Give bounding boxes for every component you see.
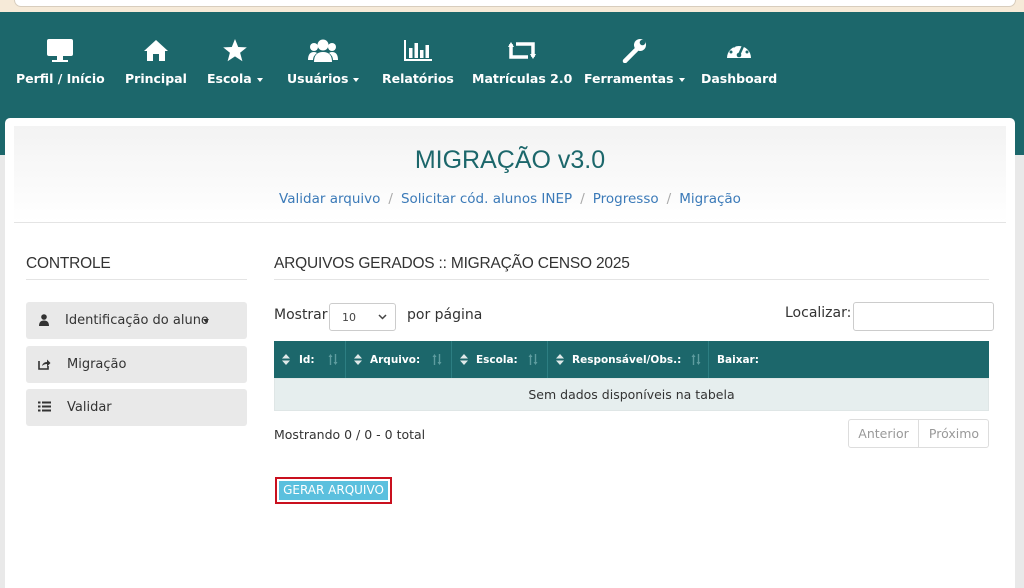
nav-escola[interactable]: Escola — [207, 38, 263, 86]
list-icon — [38, 401, 51, 412]
chevron-down-icon — [256, 77, 263, 82]
sort-icon — [282, 354, 290, 368]
chevron-down-icon — [678, 77, 685, 82]
breadcrumb-progresso[interactable]: Progresso — [593, 191, 659, 207]
breadcrumb-migracao[interactable]: Migração — [679, 191, 741, 207]
breadcrumb: Validar arquivo / Solicitar cód. alunos IN… — [279, 191, 741, 207]
main-panel: MIGRAÇÃO v3.0 Validar arquivo / Solicitar … — [5, 118, 1015, 588]
table-header: Id: Arquivo: Escola: Responsável/Obs.: B… — [274, 341, 989, 378]
sort-icon — [354, 354, 362, 368]
column-header-arquivo[interactable]: Arquivo: — [346, 341, 452, 378]
retweet-icon — [508, 42, 537, 59]
breadcrumb-solicitar-cod[interactable]: Solicitar cód. alunos INEP — [401, 191, 572, 207]
browser-address-bar[interactable] — [14, 0, 1016, 7]
sidebar-item-migracao[interactable]: Migração — [26, 346, 247, 383]
column-header-id[interactable]: Id: — [274, 341, 346, 378]
next-page-button[interactable]: Próximo — [919, 420, 989, 447]
home-icon — [143, 40, 168, 61]
show-label: Mostrar — [274, 307, 328, 323]
breadcrumb-validar-arquivo[interactable]: Validar arquivo — [279, 191, 380, 207]
nav-principal[interactable]: Principal — [125, 38, 187, 86]
user-icon — [39, 314, 49, 326]
generate-file-button[interactable]: GERAR ARQUIVO — [275, 477, 392, 504]
column-header-responsavel[interactable]: Responsável/Obs.: — [548, 341, 709, 378]
dashboard-icon — [727, 42, 752, 58]
sidebar-item-validar[interactable]: Validar — [26, 389, 247, 426]
sidebar-title: CONTROLE — [26, 255, 111, 272]
divider — [26, 279, 247, 280]
nav-matriculas[interactable]: Matrículas 2.0 — [472, 38, 572, 86]
column-header-baixar: Baixar: — [717, 354, 759, 366]
sort-both-icon — [432, 354, 442, 368]
monitor-icon — [47, 39, 74, 62]
table-info: Mostrando 0 / 0 - 0 total — [274, 427, 426, 442]
page-title: MIGRAÇÃO v3.0 — [414, 146, 606, 174]
sidebar-item-identificacao[interactable]: Identificação do aluno — [26, 302, 247, 339]
share-icon — [38, 359, 51, 370]
pagination: Anterior Próximo — [848, 419, 989, 448]
bar-chart-icon — [403, 40, 432, 61]
nav-usuarios[interactable]: Usuários — [287, 38, 360, 86]
nav-relatorios[interactable]: Relatórios — [382, 38, 454, 86]
page-size-select[interactable]: 10 — [329, 303, 396, 331]
sort-both-icon — [328, 354, 338, 368]
page-header: MIGRAÇÃO v3.0 Validar arquivo / Solicitar … — [14, 126, 1006, 223]
sort-icon — [460, 354, 468, 368]
chevron-down-icon — [203, 319, 209, 323]
nav-perfil-inicio[interactable]: Perfil / Início — [16, 38, 105, 86]
table-empty-row: Sem dados disponíveis na tabela — [274, 378, 989, 411]
star-icon — [223, 39, 247, 62]
users-icon — [308, 39, 339, 62]
sort-both-icon — [691, 354, 701, 368]
search-input[interactable] — [853, 302, 994, 331]
browser-top-strip — [0, 0, 1024, 12]
section-title: ARQUIVOS GERADOS :: MIGRAÇÃO CENSO 2025 — [274, 255, 630, 272]
chevron-down-icon — [353, 77, 360, 82]
nav-dashboard[interactable]: Dashboard — [701, 38, 777, 86]
previous-page-button[interactable]: Anterior — [849, 420, 919, 447]
wrench-icon — [623, 39, 647, 63]
chevron-down-icon — [378, 314, 387, 320]
column-header-escola[interactable]: Escola: — [452, 341, 548, 378]
per-page-label: por página — [407, 307, 483, 323]
nav-ferramentas[interactable]: Ferramentas — [584, 38, 685, 86]
search-label: Localizar: — [785, 305, 852, 321]
sort-icon — [556, 354, 564, 368]
divider — [274, 279, 989, 280]
sort-both-icon — [528, 354, 538, 368]
